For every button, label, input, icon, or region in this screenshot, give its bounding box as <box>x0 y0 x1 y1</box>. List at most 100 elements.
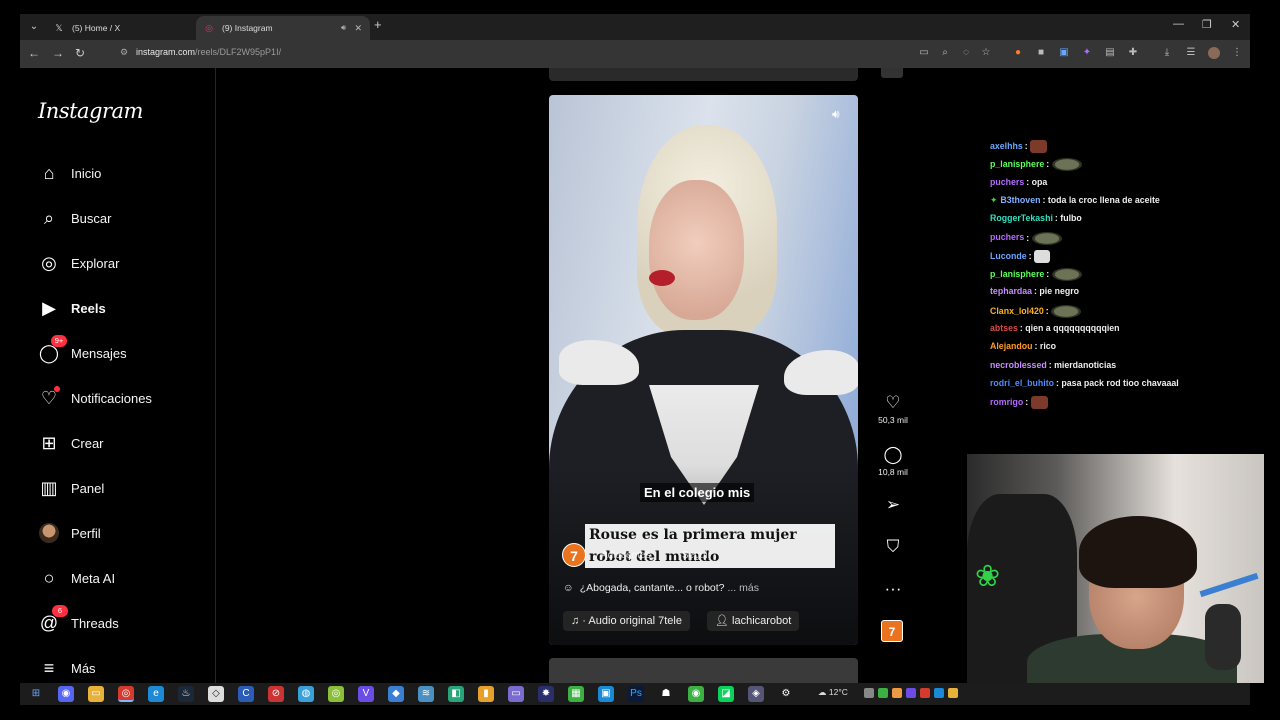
chat-username[interactable]: B3thoven <box>1000 195 1040 205</box>
app-icon[interactable]: ▭ <box>508 686 524 702</box>
bookmark-star-icon[interactable]: ☆ <box>980 47 992 59</box>
zoom-icon[interactable]: ⌕ <box>939 47 951 59</box>
follow-button[interactable]: Seguir <box>682 550 711 561</box>
tab-instagram[interactable]: ◎ (9) Instagram 🔊︎ ✕ <box>196 16 370 40</box>
chat-username[interactable]: Luconde <box>990 251 1027 261</box>
tray-icon[interactable] <box>864 688 874 698</box>
app-icon[interactable]: ◧ <box>448 686 464 702</box>
share-button[interactable]: ➢ <box>872 495 914 515</box>
site-info-icon[interactable]: ⚙ <box>120 47 130 58</box>
discord-icon[interactable]: ◉ <box>58 686 74 702</box>
chat-username[interactable]: rodri_el_buhito <box>990 378 1054 388</box>
edge-icon[interactable]: e <box>148 686 164 702</box>
forward-button[interactable]: → <box>52 46 64 60</box>
speaker-icon[interactable]: 🔊︎ <box>341 16 346 40</box>
windows-start-icon[interactable]: ⊞ <box>28 686 44 702</box>
weather-widget[interactable]: ☁ 12°C <box>818 687 848 698</box>
tray-icon[interactable] <box>892 688 902 698</box>
media-icon[interactable]: ☰ <box>1185 47 1197 59</box>
extension-icon[interactable]: ▣ <box>1058 47 1070 59</box>
profile-avatar[interactable] <box>1208 47 1220 59</box>
nav-perfil[interactable]: Perfil <box>38 522 208 546</box>
chat-username[interactable]: Alejandou <box>990 341 1033 351</box>
steam-icon[interactable]: ♨ <box>178 686 194 702</box>
chat-username[interactable]: RoggerTekashi <box>990 213 1053 223</box>
more-options-button[interactable]: ··· <box>872 579 914 599</box>
app-icon[interactable]: ≋ <box>418 686 434 702</box>
instagram-logo[interactable]: Instagram <box>38 99 143 123</box>
download-icon[interactable]: ⤓ <box>1161 47 1173 59</box>
volume-icon[interactable]: 🔊︎ <box>832 107 840 122</box>
minimize-button[interactable]: — <box>1173 18 1184 30</box>
nav-crear[interactable]: ⊞ Crear <box>38 432 208 456</box>
reload-button[interactable]: ↻ <box>75 46 85 60</box>
chat-username[interactable]: tephardaa <box>990 286 1032 296</box>
restore-button[interactable]: ❐ <box>1202 18 1212 31</box>
close-window-button[interactable]: ✕ <box>1231 18 1240 31</box>
tab-search-icon[interactable]: ⌄ <box>26 19 42 35</box>
chat-username[interactable]: abtses <box>990 323 1018 333</box>
app-icon[interactable]: ✸ <box>538 686 554 702</box>
folder-icon[interactable]: ▭ <box>88 686 104 702</box>
nav-threads[interactable]: @ 6 Threads <box>38 605 208 636</box>
nav-mas[interactable]: ≡ Más <box>38 657 208 681</box>
app-icon[interactable]: V <box>358 686 374 702</box>
chat-username[interactable]: Clanx_lol420 <box>990 306 1044 316</box>
tab-x-home[interactable]: 𝕏 (5) Home / X ✕ <box>46 16 216 40</box>
app-icon[interactable]: ◇ <box>208 686 224 702</box>
app-icon[interactable]: ◆ <box>388 686 404 702</box>
close-tab-icon[interactable]: ✕ <box>354 16 362 40</box>
photoshop-icon[interactable]: Ps <box>628 686 644 702</box>
audio-thumbnail[interactable]: 7 <box>881 620 903 642</box>
app-icon[interactable]: ⚙ <box>778 686 794 702</box>
nav-mensajes[interactable]: ◯ 9+ Mensajes <box>38 335 208 366</box>
chrome-icon[interactable]: ◎ <box>118 686 134 702</box>
nav-inicio[interactable]: ⌂ Inicio <box>38 162 208 186</box>
chat-username[interactable]: puchers <box>990 177 1024 187</box>
tray-icon[interactable] <box>920 688 930 698</box>
minecraft-icon[interactable]: ▦ <box>568 686 584 702</box>
tray-icon[interactable] <box>934 688 944 698</box>
app-icon[interactable]: ☗ <box>658 686 674 702</box>
app-icon[interactable]: ▮ <box>478 686 494 702</box>
chat-username[interactable]: p_lanisphere <box>990 159 1044 169</box>
eye-off-icon[interactable]: ◌ <box>960 47 972 59</box>
chat-username[interactable]: p_lanisphere <box>990 269 1044 279</box>
app-icon[interactable]: ◍ <box>298 686 314 702</box>
app-icon[interactable]: C <box>238 686 254 702</box>
tray-icon[interactable] <box>948 688 958 698</box>
tagged-user-chip[interactable]: 👤︎ lachicarobot <box>707 611 800 631</box>
nav-buscar[interactable]: ⌕ Buscar <box>38 207 208 231</box>
comment-button[interactable]: ◯ 10,8 mil <box>872 445 914 477</box>
like-button[interactable]: ♡ 50,3 mil <box>872 393 914 425</box>
nav-notificaciones[interactable]: ♡ Notificaciones <box>38 386 208 411</box>
next-reel[interactable] <box>549 658 858 683</box>
channel-name[interactable]: Adiacentes <box>601 550 650 561</box>
app-icon[interactable]: ▣ <box>598 686 614 702</box>
chat-username[interactable]: puchers <box>990 232 1024 242</box>
app-icon[interactable]: ⊘ <box>268 686 284 702</box>
app-icon[interactable]: ◈ <box>748 686 764 702</box>
extension-icon[interactable]: ▤ <box>1104 47 1116 59</box>
address-bar[interactable]: ⚙ instagram.com/reels/DLF2W95pP1I/ <box>120 47 281 58</box>
audio-chip[interactable]: ♫ · Audio original 7tele <box>563 611 690 631</box>
chat-username[interactable]: necroblessed <box>990 360 1047 370</box>
extension-icon[interactable]: ✦ <box>1081 47 1093 59</box>
chat-username[interactable]: romrigo <box>990 397 1023 407</box>
nav-meta-ai[interactable]: ○ Meta AI <box>38 567 208 591</box>
save-button[interactable]: ⛉ <box>872 537 914 557</box>
app-icon[interactable]: ◉ <box>688 686 704 702</box>
previous-reel-audio-thumb[interactable] <box>881 68 903 78</box>
extension-icon[interactable]: ■ <box>1035 47 1047 59</box>
extension-icon[interactable]: ● <box>1012 47 1024 59</box>
app-icon[interactable]: ◪ <box>718 686 734 702</box>
reel-description[interactable]: ☺ ¿Abogada, cantante... o robot? ... más <box>563 582 759 594</box>
channel-avatar[interactable]: 7 <box>562 543 586 567</box>
app-icon[interactable]: ◎ <box>328 686 344 702</box>
tray-icon[interactable] <box>906 688 916 698</box>
nav-explorar[interactable]: ◎ Explorar <box>38 252 208 276</box>
cast-icon[interactable]: ▭ <box>918 47 930 59</box>
chat-username[interactable]: axelhhs <box>990 141 1023 151</box>
previous-reel[interactable] <box>549 68 858 81</box>
back-button[interactable]: ← <box>28 46 40 60</box>
